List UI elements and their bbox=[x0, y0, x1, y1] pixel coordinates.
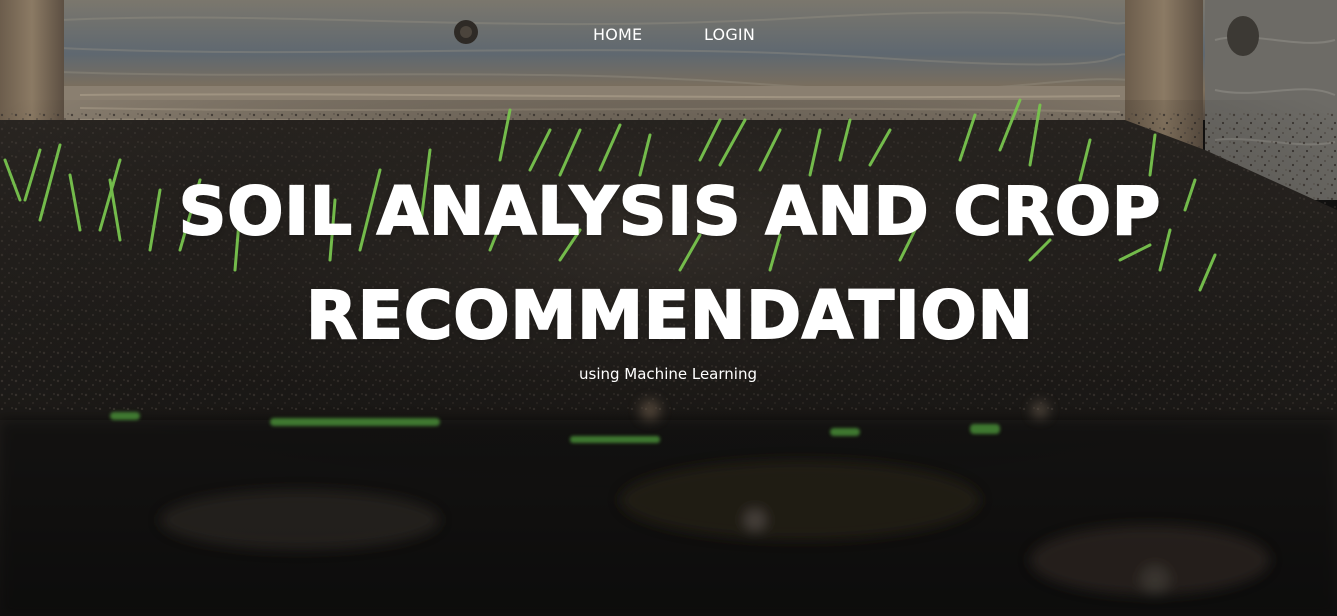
page-subtitle: using Machine Learning bbox=[579, 365, 757, 383]
title-line-2: RECOMMENDATION bbox=[305, 276, 1034, 355]
top-nav: HOME LOGIN bbox=[0, 22, 1337, 48]
hero-section: HOME LOGIN SOIL ANALYSIS AND CROP RECOMM… bbox=[0, 0, 1337, 616]
nav-home-link[interactable]: HOME bbox=[593, 22, 642, 48]
page-title: SOIL ANALYSIS AND CROP RECOMMENDATION bbox=[120, 160, 1220, 368]
nav-login-link[interactable]: LOGIN bbox=[704, 22, 755, 48]
title-line-1: SOIL ANALYSIS AND CROP bbox=[178, 172, 1162, 251]
